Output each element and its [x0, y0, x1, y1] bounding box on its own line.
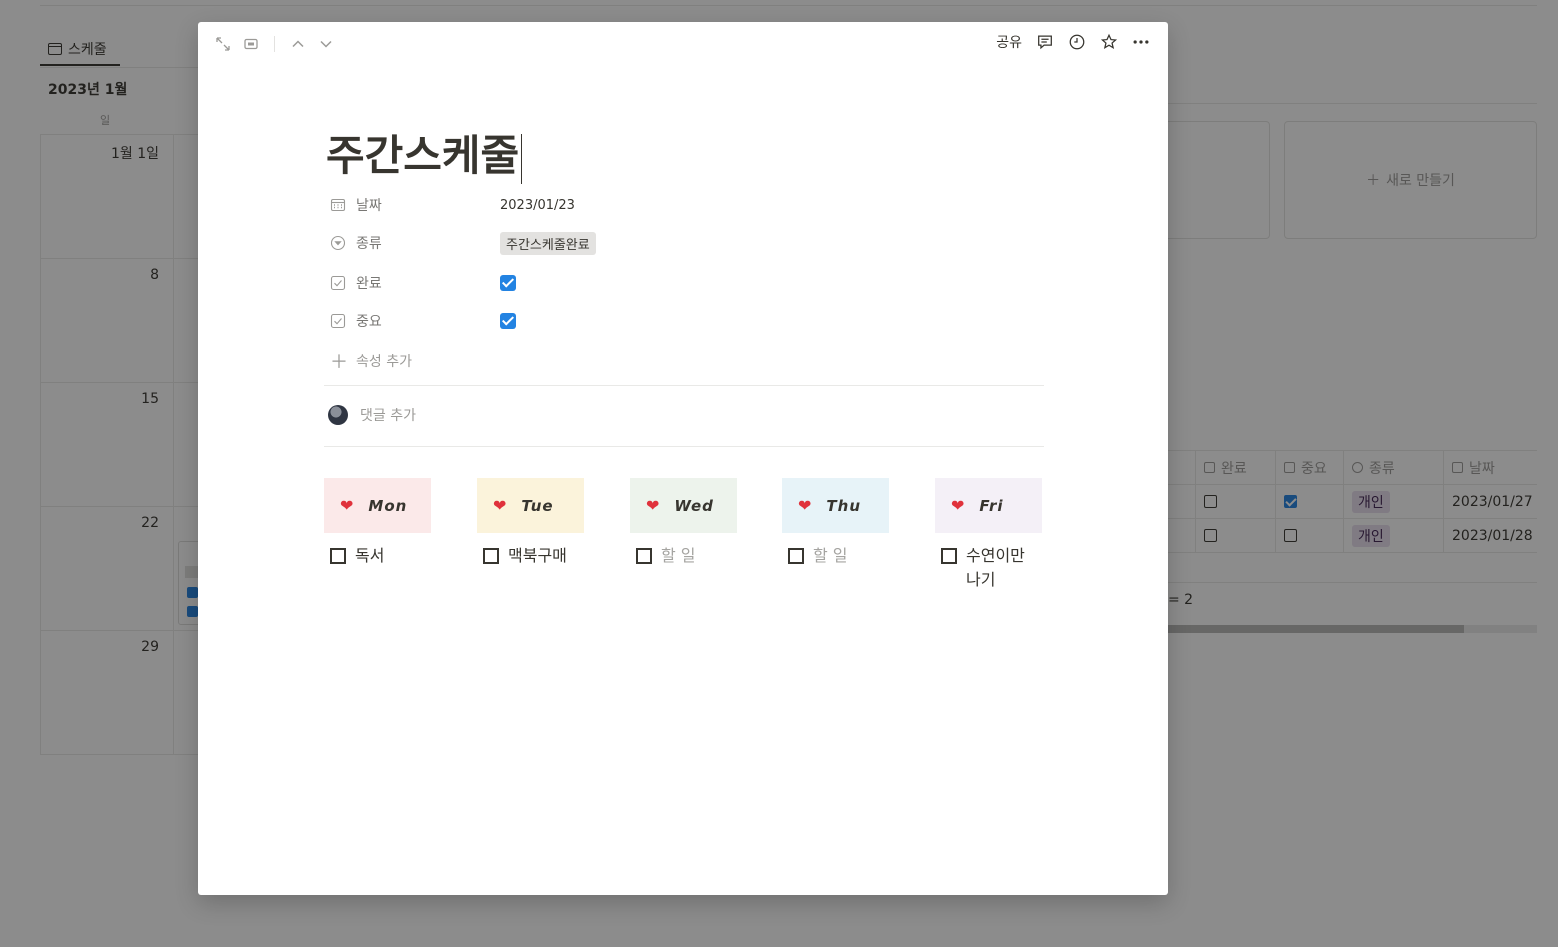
important-checkbox[interactable]: [500, 313, 516, 329]
peek-mode-icon[interactable]: [242, 35, 260, 53]
heart-icon: ❤: [340, 496, 355, 515]
avatar: [328, 405, 348, 425]
property-value[interactable]: 2023/01/23: [500, 198, 575, 213]
heart-icon: ❤: [951, 496, 966, 515]
expand-icon[interactable]: [214, 35, 232, 53]
todo-item[interactable]: 독서: [324, 544, 431, 568]
comment-placeholder: 댓글 추가: [360, 408, 416, 424]
todo-item[interactable]: 수연이만 나기: [935, 544, 1042, 592]
history-icon[interactable]: [1068, 33, 1086, 51]
todo-text[interactable]: 독서: [355, 544, 384, 568]
modal-toolbar: 공유: [198, 22, 1168, 66]
todo-checkbox[interactable]: [941, 548, 957, 564]
day-header: ❤ Mon: [324, 478, 431, 533]
day-header: ❤ Tue: [477, 478, 584, 533]
property-name: 종류: [356, 236, 382, 252]
star-icon[interactable]: [1100, 33, 1118, 51]
property-important[interactable]: 중요: [330, 306, 516, 336]
day-column-wed: ❤ Wed 할 일: [630, 478, 737, 568]
day-header: ❤ Fri: [935, 478, 1042, 533]
add-property-button[interactable]: ＋ 속성 추가: [330, 348, 412, 374]
property-date[interactable]: 날짜 2023/01/23: [330, 190, 575, 220]
day-column-fri: ❤ Fri 수연이만 나기: [935, 478, 1042, 592]
comment-icon[interactable]: [1036, 33, 1054, 51]
todo-text[interactable]: 맥북구매: [508, 544, 567, 568]
select-tag[interactable]: 주간스케줄완료: [500, 231, 596, 255]
day-label: Fri: [979, 496, 1004, 515]
heart-icon: ❤: [798, 496, 813, 515]
share-button[interactable]: 공유: [996, 32, 1022, 52]
plus-icon: ＋: [330, 352, 348, 373]
property-name: 날짜: [356, 198, 382, 214]
text-cursor: [521, 133, 523, 184]
property-type[interactable]: 종류 주간스케줄완료: [330, 228, 596, 258]
page-peek-modal: 공유 주간스케줄 날짜 2023/01/23 종류 주간스케줄완료 완료 중요 …: [198, 22, 1168, 895]
todo-checkbox[interactable]: [788, 548, 804, 564]
chevron-down-icon[interactable]: [317, 35, 335, 53]
todo-checkbox[interactable]: [636, 548, 652, 564]
divider: [324, 446, 1044, 447]
todo-item[interactable]: 할 일: [782, 544, 889, 568]
day-header: ❤ Thu: [782, 478, 889, 533]
divider: [274, 36, 275, 52]
day-label: Mon: [368, 496, 408, 515]
property-name: 중요: [356, 314, 382, 330]
property-done[interactable]: 완료: [330, 268, 516, 298]
day-header: ❤ Wed: [630, 478, 737, 533]
select-icon: [330, 235, 346, 251]
todo-placeholder[interactable]: 할 일: [661, 544, 696, 568]
add-property-label: 속성 추가: [356, 354, 412, 370]
checkbox-icon: [330, 313, 346, 329]
divider: [324, 385, 1044, 386]
more-icon[interactable]: [1132, 33, 1150, 51]
todo-item[interactable]: 맥북구매: [477, 544, 584, 568]
todo-text[interactable]: 수연이만 나기: [966, 544, 1042, 592]
day-label: Wed: [674, 496, 714, 515]
page-title[interactable]: 주간스케줄: [326, 122, 523, 184]
heart-icon: ❤: [646, 496, 661, 515]
day-label: Tue: [521, 496, 554, 515]
done-checkbox[interactable]: [500, 275, 516, 291]
day-column-thu: ❤ Thu 할 일: [782, 478, 889, 568]
calendar-icon: [330, 197, 346, 213]
property-name: 완료: [356, 276, 382, 292]
chevron-up-icon[interactable]: [289, 35, 307, 53]
todo-checkbox[interactable]: [483, 548, 499, 564]
heart-icon: ❤: [493, 496, 508, 515]
day-column-tue: ❤ Tue 맥북구매: [477, 478, 584, 568]
todo-item[interactable]: 할 일: [630, 544, 737, 568]
comment-input[interactable]: 댓글 추가: [328, 405, 416, 425]
todo-checkbox[interactable]: [330, 548, 346, 564]
todo-placeholder[interactable]: 할 일: [813, 544, 848, 568]
day-column-mon: ❤ Mon 독서: [324, 478, 431, 568]
day-label: Thu: [826, 496, 861, 515]
checkbox-icon: [330, 275, 346, 291]
